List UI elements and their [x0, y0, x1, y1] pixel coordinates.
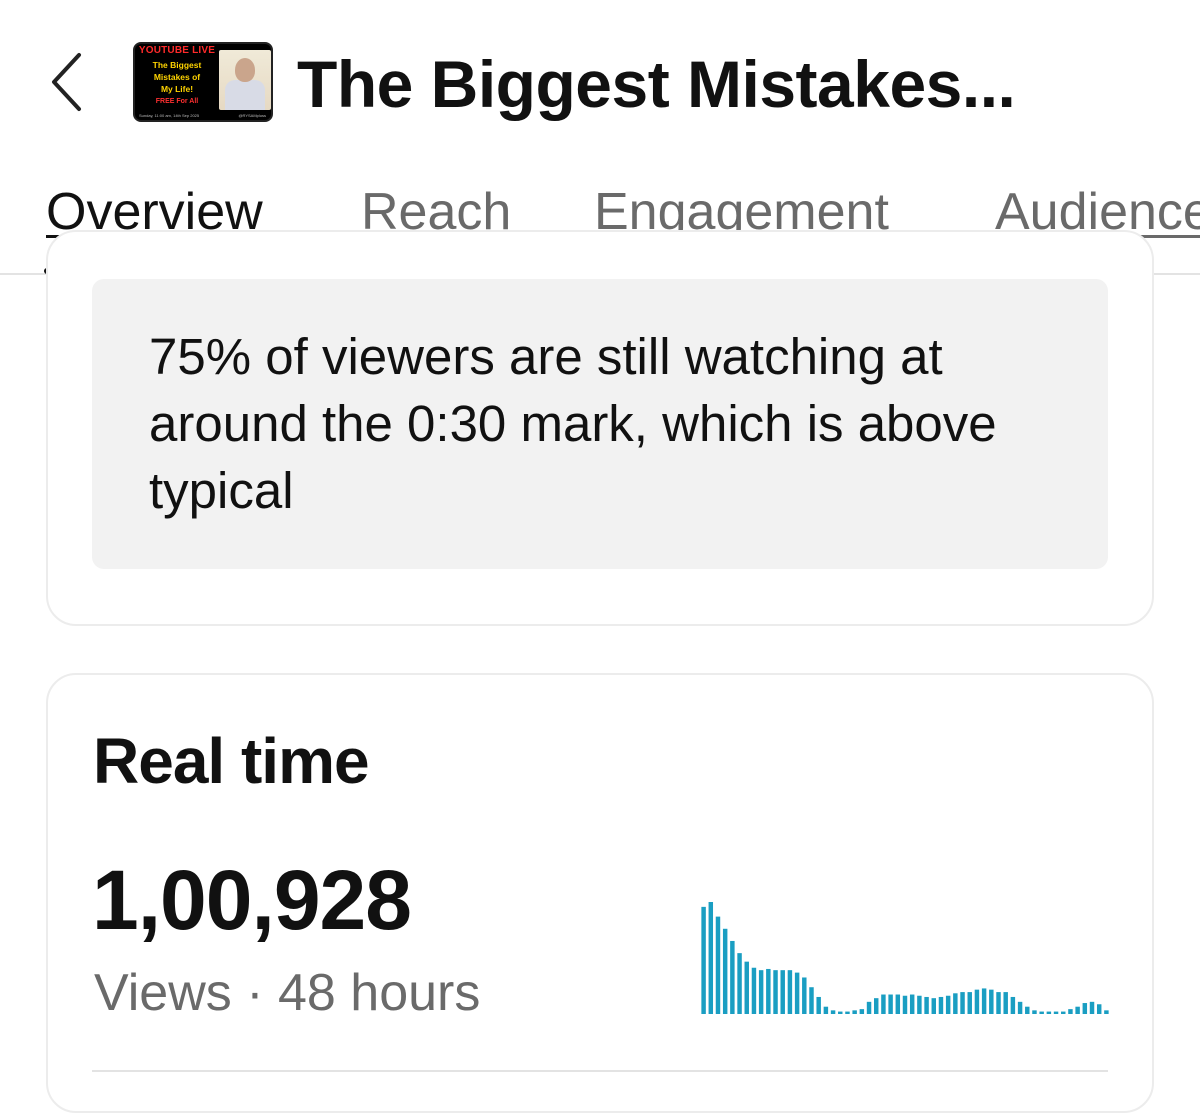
chart-bar	[967, 992, 972, 1014]
chart-bar	[917, 995, 922, 1014]
divider	[92, 1070, 1108, 1072]
header: YOUTUBE LIVE The Biggest Mistakes of My …	[0, 0, 1200, 160]
chart-bar	[830, 1010, 836, 1014]
chart-bar	[802, 977, 807, 1014]
chart-bar	[722, 928, 728, 1014]
chart-bar	[909, 994, 915, 1014]
chart-bar	[823, 1006, 829, 1014]
chart-bar	[859, 1009, 865, 1014]
chart-bar	[938, 996, 944, 1014]
chart-bar	[1075, 1006, 1080, 1014]
chart-bar	[996, 992, 1001, 1014]
chart-bar	[838, 1011, 843, 1014]
chart-bar	[1025, 1006, 1030, 1014]
thumbnail-title: The Biggest Mistakes of My Life!	[153, 59, 202, 95]
chart-bar	[960, 992, 965, 1014]
chart-bar	[809, 987, 814, 1014]
chart-bar	[1096, 1004, 1102, 1014]
chart-bar	[730, 940, 735, 1014]
thumbnail-date: Sunday, 11:00 am, 14th Sep 2025	[139, 113, 200, 118]
chart-bar	[881, 994, 886, 1014]
chart-bar	[794, 972, 800, 1014]
chart-bar	[1046, 1011, 1052, 1014]
chart-bar	[866, 1001, 872, 1014]
chart-bar	[751, 967, 757, 1014]
chart-bar	[1104, 1010, 1109, 1014]
chart-bar	[780, 970, 785, 1014]
chart-bar	[974, 989, 980, 1014]
chart-bar	[1053, 1011, 1059, 1014]
chart-bar	[888, 994, 893, 1014]
page-title: The Biggest Mistakes...	[297, 47, 1016, 121]
chart-bar	[989, 989, 994, 1014]
thumbnail-free-label: FREE For All	[155, 98, 199, 105]
chart-bar	[895, 994, 901, 1014]
retention-callout: 75% of viewers are still watching at aro…	[92, 279, 1108, 569]
video-thumbnail[interactable]: YOUTUBE LIVE The Biggest Mistakes of My …	[133, 42, 273, 122]
chart-bar	[744, 961, 749, 1014]
chart-bar	[701, 906, 706, 1014]
chart-bar	[758, 970, 764, 1014]
thumbnail-handle: @RYSAMpluss	[238, 113, 266, 118]
chart-bar	[981, 988, 987, 1014]
back-button[interactable]	[36, 42, 96, 122]
thumbnail-live-label: YOUTUBE LIVE	[138, 45, 216, 56]
chart-bar	[874, 998, 879, 1014]
thumbnail-text: YOUTUBE LIVE The Biggest Mistakes of My …	[135, 44, 219, 120]
thumbnail-title-line: My Life!	[160, 84, 194, 94]
realtime-title: Real time	[93, 725, 370, 797]
thumbnail-title-line: Mistakes of	[153, 72, 201, 82]
chart-bar	[852, 1010, 857, 1014]
chart-bar	[1017, 1001, 1023, 1014]
thumbnail-title-line: The Biggest	[152, 60, 202, 70]
chart-bar	[1089, 1001, 1095, 1014]
chart-bar	[766, 968, 771, 1014]
realtime-views-count: 1,00,928	[92, 853, 412, 947]
chart-bar	[773, 970, 778, 1014]
realtime-views-subtitle: Views · 48 hours	[94, 964, 481, 1022]
chart-bar	[902, 995, 908, 1014]
chart-bar	[787, 970, 793, 1014]
chart-bar	[945, 995, 951, 1014]
chart-bar	[1039, 1011, 1044, 1014]
chart-bar	[1010, 996, 1016, 1014]
chart-bar	[715, 916, 721, 1014]
chart-bar	[737, 953, 742, 1014]
retention-message: 75% of viewers are still watching at aro…	[149, 328, 997, 519]
chart-bar	[1068, 1009, 1073, 1014]
chevron-left-icon	[52, 53, 81, 111]
chart-bar	[1082, 1003, 1088, 1014]
chart-bar	[1032, 1010, 1037, 1014]
realtime-bar-chart	[701, 902, 1109, 1014]
chart-bar	[924, 996, 929, 1014]
chart-bar	[816, 996, 821, 1014]
chart-bar	[931, 998, 936, 1014]
chart-bar	[1003, 992, 1008, 1014]
chart-bar	[1061, 1011, 1066, 1014]
thumbnail-photo	[219, 50, 271, 110]
chart-bar	[708, 902, 714, 1014]
chart-bar	[845, 1011, 850, 1014]
chart-bar	[953, 993, 958, 1014]
